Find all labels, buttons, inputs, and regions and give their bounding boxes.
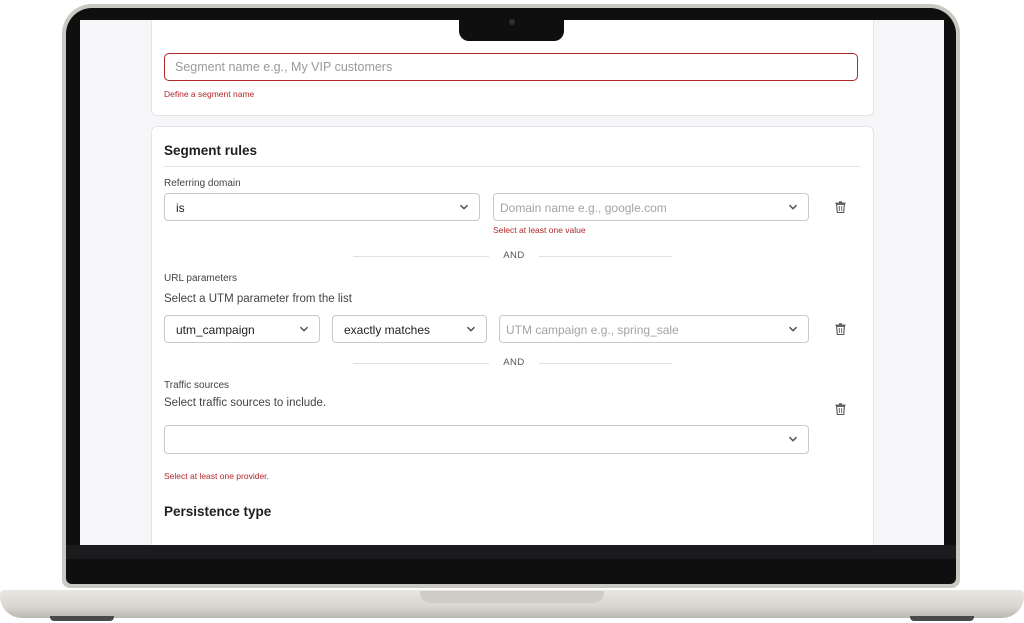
laptop-chin bbox=[66, 545, 956, 559]
segment-rules-title: Segment rules bbox=[164, 143, 258, 158]
chevron-down-icon bbox=[299, 326, 309, 332]
delete-url-parameter-trash-icon[interactable] bbox=[835, 323, 846, 335]
utm-operator-value: exactly matches bbox=[344, 323, 431, 337]
and-separator: AND bbox=[353, 250, 672, 262]
traffic-sources-select[interactable] bbox=[164, 425, 809, 454]
traffic-sources-help: Select traffic sources to include. bbox=[164, 397, 327, 409]
referring-domain-value-placeholder: Domain name e.g., google.com bbox=[500, 201, 667, 215]
delete-traffic-sources-trash-icon[interactable] bbox=[835, 403, 846, 415]
and-label: AND bbox=[503, 250, 525, 261]
chevron-down-icon bbox=[788, 204, 798, 210]
chevron-down-icon bbox=[788, 326, 798, 332]
segment-name-input[interactable] bbox=[164, 53, 858, 81]
utm-operator-select[interactable]: exactly matches bbox=[332, 315, 487, 343]
referring-domain-error: Select at least one value bbox=[493, 225, 586, 235]
referring-domain-label: Referring domain bbox=[164, 178, 241, 189]
persistence-type-title: Persistence type bbox=[164, 504, 272, 519]
chevron-down-icon bbox=[788, 436, 798, 442]
laptop-base-notch bbox=[420, 591, 604, 603]
and-line-left bbox=[353, 363, 489, 364]
utm-value-select[interactable]: UTM campaign e.g., spring_sale bbox=[499, 315, 809, 343]
laptop-foot-right bbox=[910, 616, 974, 621]
traffic-sources-label: Traffic sources bbox=[164, 380, 230, 391]
section-divider bbox=[164, 166, 860, 167]
utm-parameter-select[interactable]: utm_campaign bbox=[164, 315, 320, 343]
referring-domain-operator-value: is bbox=[176, 201, 185, 215]
referring-domain-value-select[interactable]: Domain name e.g., google.com bbox=[493, 193, 809, 221]
laptop-foot-left bbox=[50, 616, 114, 621]
referring-domain-operator-select[interactable]: is bbox=[164, 193, 480, 221]
utm-value-placeholder: UTM campaign e.g., spring_sale bbox=[506, 323, 679, 337]
and-separator: AND bbox=[353, 357, 672, 369]
delete-referring-domain-trash-icon[interactable] bbox=[835, 201, 846, 213]
chevron-down-icon bbox=[459, 204, 469, 210]
camera-icon bbox=[509, 19, 515, 25]
url-parameters-help: Select a UTM parameter from the list bbox=[164, 293, 352, 305]
utm-parameter-value: utm_campaign bbox=[176, 323, 255, 337]
and-line-right bbox=[539, 363, 672, 364]
segment-name-error: Define a segment name bbox=[164, 89, 255, 99]
and-label: AND bbox=[503, 357, 525, 368]
screen: Define a segment name Segment rules Refe… bbox=[80, 20, 944, 545]
url-parameters-label: URL parameters bbox=[164, 273, 237, 284]
and-line-left bbox=[353, 256, 489, 257]
and-line-right bbox=[539, 256, 672, 257]
traffic-sources-error: Select at least one provider. bbox=[164, 471, 269, 481]
chevron-down-icon bbox=[466, 326, 476, 332]
